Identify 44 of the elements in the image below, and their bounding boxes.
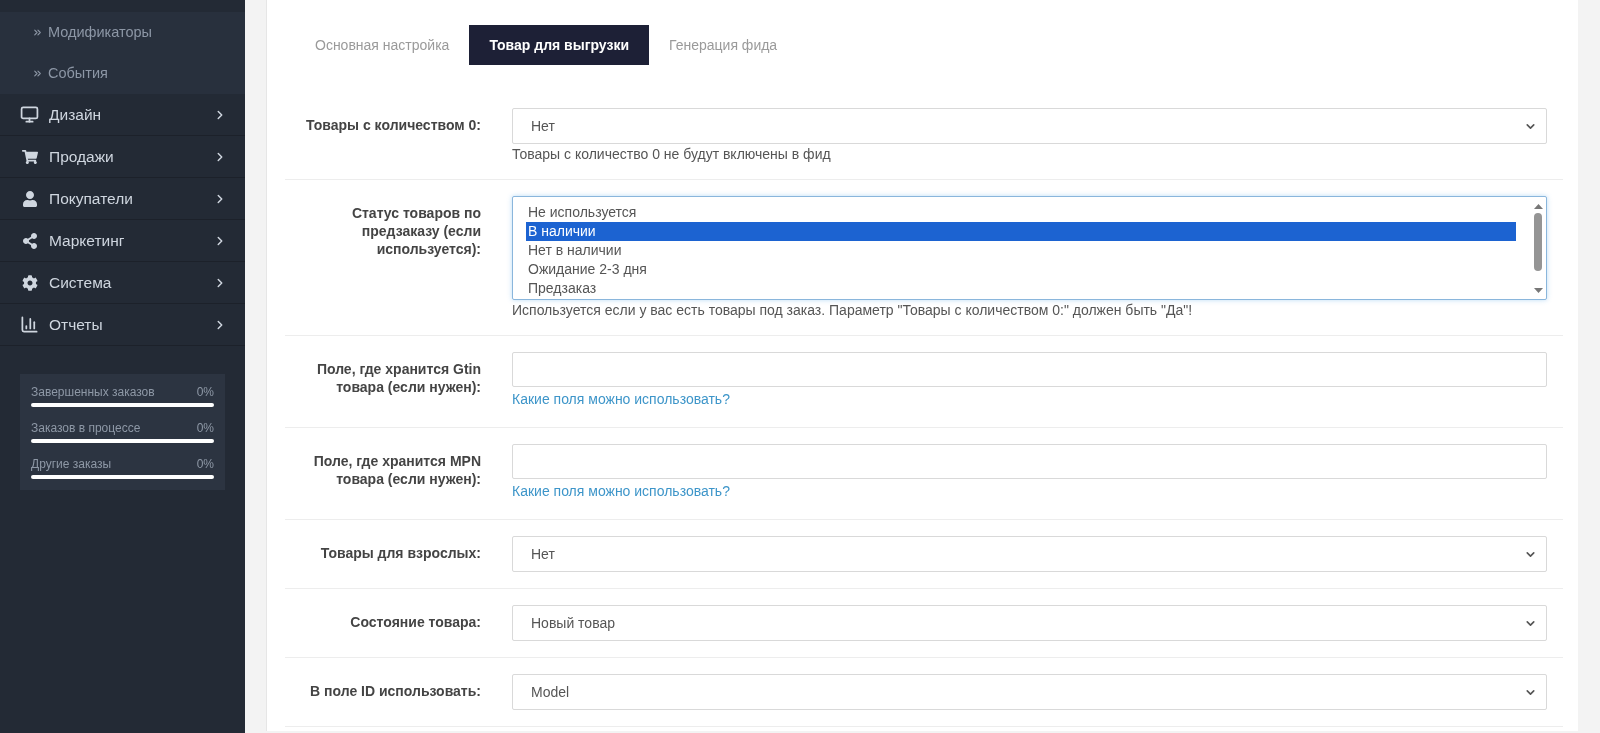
user-icon [21, 190, 38, 207]
scrollbar-thumb[interactable] [1534, 213, 1542, 271]
stat-value: 0% [196, 385, 214, 399]
list-option[interactable]: Нет в наличии [526, 241, 1516, 260]
double-chevron-icon [32, 27, 43, 38]
text-field[interactable] [512, 352, 1547, 387]
dropdown[interactable]: Нет [512, 108, 1547, 144]
field-label: Поле, где хранится Gtin товара (если нужен): [315, 360, 481, 396]
sidebar-item[interactable]: Система [0, 262, 245, 304]
text-field[interactable] [512, 444, 1547, 479]
stat-label: Другие заказы [31, 457, 112, 471]
tab[interactable]: Товар для выгрузки [469, 25, 650, 65]
help-text: Используется если у вас есть товары под заказ. Параметр "Товары с количеством 0:" должен быть "Да"! [512, 301, 1194, 319]
dropdown[interactable]: Model [512, 674, 1547, 710]
list-option[interactable]: В наличии [526, 222, 1516, 241]
submenu-item[interactable]: Модификаторы [0, 12, 245, 53]
bar-chart-icon [20, 315, 39, 334]
field-label: Статус товаров по предзаказу (если используется): [350, 204, 481, 258]
help-text: Товары с количество 0 не будут включены в фид [512, 145, 832, 163]
scroll-down-arrow-icon[interactable] [1533, 288, 1543, 293]
list-option[interactable]: Не используется [526, 203, 1516, 222]
list-option[interactable]: Предзаказ [526, 279, 1516, 298]
double-chevron-icon [32, 68, 43, 79]
sidebar-item[interactable]: Продажи [0, 136, 245, 178]
dropdown[interactable]: Нет [512, 536, 1547, 572]
cart-icon [21, 148, 38, 165]
field-label: Поле, где хранится MPN товара (если нужен): [312, 452, 481, 488]
field-label: Товары для взрослых: [319, 544, 481, 562]
sidebar-item[interactable]: Покупатели [0, 178, 245, 220]
stat-label: Завершенных заказов [31, 385, 155, 399]
settings-icon [21, 274, 38, 291]
list-option[interactable]: Ожидание 2-3 дня [526, 260, 1516, 279]
stat-label: Заказов в процессе [31, 421, 141, 435]
field-label: Состояние товара: [349, 613, 481, 631]
stat-value: 0% [196, 457, 214, 471]
listbox[interactable]: Не используется В наличии Нет в наличии Ожидание 2-3 дня Предзаказ [512, 196, 1547, 300]
monitor-icon [20, 105, 39, 124]
field-label: В поле ID использовать: [309, 682, 481, 700]
scroll-up-arrow-icon[interactable] [1533, 204, 1543, 209]
submenu-item[interactable]: События [0, 53, 245, 94]
share-icon [21, 232, 38, 249]
field-label: Товары с количеством 0: [305, 116, 481, 134]
stat-value: 0% [196, 421, 214, 435]
dropdown[interactable]: Новый товар [512, 605, 1547, 641]
